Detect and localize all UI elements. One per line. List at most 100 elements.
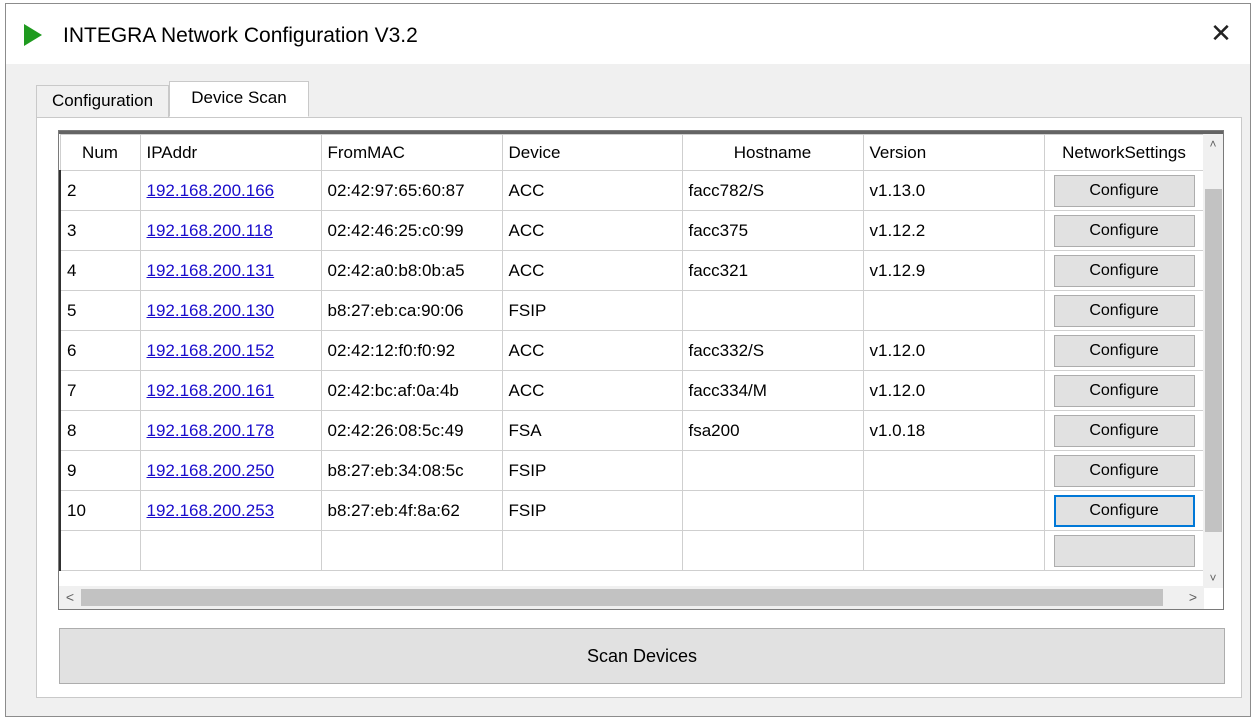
configure-button[interactable]: Configure xyxy=(1053,414,1195,447)
empty-cell[interactable] xyxy=(139,530,322,571)
cell-ipaddr[interactable]: 192.168.200.166 xyxy=(139,170,322,211)
cell-version[interactable] xyxy=(862,490,1045,531)
vertical-scroll-thumb[interactable] xyxy=(1205,189,1222,532)
table-row[interactable]: 9 192.168.200.250 b8:27:eb:34:08:5c FSIP Con… xyxy=(59,450,1205,491)
cell-version[interactable]: v1.12.0 xyxy=(862,330,1045,371)
cell-hostname[interactable]: facc375 xyxy=(681,210,864,251)
cell-device[interactable]: FSIP xyxy=(501,490,683,531)
ip-address-link[interactable]: 192.168.200.152 xyxy=(147,341,275,360)
ip-address-link[interactable]: 192.168.200.131 xyxy=(147,261,275,280)
cell-version[interactable] xyxy=(862,290,1045,331)
cell-hostname[interactable] xyxy=(681,450,864,491)
cell-version[interactable]: v1.12.2 xyxy=(862,210,1045,251)
scan-devices-button[interactable]: Scan Devices xyxy=(59,628,1225,684)
column-header-networksettings[interactable]: NetworkSettings xyxy=(1043,134,1205,171)
table-row[interactable]: 4 192.168.200.131 02:42:a0:b8:0b:a5 ACC facc… xyxy=(59,250,1205,291)
horizontal-scrollbar[interactable]: < > xyxy=(59,586,1204,609)
cell-num[interactable]: 5 xyxy=(59,290,141,331)
tab-device-scan[interactable]: Device Scan xyxy=(169,81,309,117)
ip-address-link[interactable]: 192.168.200.253 xyxy=(147,501,275,520)
column-header-version[interactable]: Version xyxy=(862,134,1045,171)
table-row[interactable]: 10 192.168.200.253 b8:27:eb:4f:8a:62 FSIP Co… xyxy=(59,490,1205,531)
cell-ipaddr[interactable]: 192.168.200.161 xyxy=(139,370,322,411)
cell-frommac[interactable]: 02:42:12:f0:f0:92 xyxy=(320,330,503,371)
scroll-left-icon[interactable]: < xyxy=(59,586,81,609)
cell-ipaddr[interactable]: 192.168.200.131 xyxy=(139,250,322,291)
cell-frommac[interactable]: 02:42:46:25:c0:99 xyxy=(320,210,503,251)
cell-version[interactable]: v1.12.0 xyxy=(862,370,1045,411)
empty-new-row[interactable] xyxy=(59,530,1205,571)
column-header-ipaddr[interactable]: IPAddr xyxy=(139,134,322,171)
table-row[interactable]: 5 192.168.200.130 b8:27:eb:ca:90:06 FSIP Con… xyxy=(59,290,1205,331)
table-row[interactable]: 7 192.168.200.161 02:42:bc:af:0a:4b ACC facc… xyxy=(59,370,1205,411)
cell-num[interactable]: 9 xyxy=(59,450,141,491)
empty-cell[interactable] xyxy=(501,530,683,571)
configure-button[interactable]: Configure xyxy=(1053,214,1195,247)
cell-hostname[interactable] xyxy=(681,490,864,531)
cell-ipaddr[interactable]: 192.168.200.253 xyxy=(139,490,322,531)
column-header-frommac[interactable]: FromMAC xyxy=(320,134,503,171)
cell-device[interactable]: ACC xyxy=(501,250,683,291)
configure-button[interactable]: Configure xyxy=(1053,174,1195,207)
cell-version[interactable] xyxy=(862,450,1045,491)
tab-configuration[interactable]: Configuration xyxy=(36,85,169,117)
configure-button[interactable]: Configure xyxy=(1053,374,1195,407)
cell-frommac[interactable]: 02:42:bc:af:0a:4b xyxy=(320,370,503,411)
cell-num[interactable]: 4 xyxy=(59,250,141,291)
empty-cell[interactable] xyxy=(320,530,503,571)
cell-frommac[interactable]: b8:27:eb:4f:8a:62 xyxy=(320,490,503,531)
scroll-right-icon[interactable]: > xyxy=(1182,586,1204,609)
cell-num[interactable]: 2 xyxy=(59,170,141,211)
cell-num[interactable]: 3 xyxy=(59,210,141,251)
cell-frommac[interactable]: 02:42:26:08:5c:49 xyxy=(320,410,503,451)
cell-device[interactable]: ACC xyxy=(501,210,683,251)
ip-address-link[interactable]: 192.168.200.250 xyxy=(147,461,275,480)
table-row[interactable]: 6 192.168.200.152 02:42:12:f0:f0:92 ACC facc… xyxy=(59,330,1205,371)
empty-cell[interactable] xyxy=(862,530,1045,571)
empty-cell[interactable] xyxy=(681,530,864,571)
table-row[interactable]: 8 192.168.200.178 02:42:26:08:5c:49 FSA fsa2… xyxy=(59,410,1205,451)
empty-cell[interactable] xyxy=(59,530,141,571)
cell-ipaddr[interactable]: 192.168.200.250 xyxy=(139,450,322,491)
cell-device[interactable]: ACC xyxy=(501,330,683,371)
configure-button[interactable]: Configure xyxy=(1053,454,1195,487)
scroll-down-icon[interactable]: ˅ xyxy=(1203,568,1223,588)
cell-hostname[interactable]: facc321 xyxy=(681,250,864,291)
vertical-scrollbar[interactable]: ˄ ˅ xyxy=(1203,134,1223,588)
scroll-up-icon[interactable]: ˄ xyxy=(1203,134,1223,154)
ip-address-link[interactable]: 192.168.200.118 xyxy=(147,221,273,240)
cell-version[interactable]: v1.0.18 xyxy=(862,410,1045,451)
column-header-device[interactable]: Device xyxy=(501,134,683,171)
cell-frommac[interactable]: b8:27:eb:ca:90:06 xyxy=(320,290,503,331)
close-icon[interactable]: ✕ xyxy=(1206,18,1236,48)
ip-address-link[interactable]: 192.168.200.178 xyxy=(147,421,275,440)
cell-device[interactable]: FSIP xyxy=(501,450,683,491)
cell-frommac[interactable]: b8:27:eb:34:08:5c xyxy=(320,450,503,491)
cell-hostname[interactable]: fsa200 xyxy=(681,410,864,451)
cell-frommac[interactable]: 02:42:a0:b8:0b:a5 xyxy=(320,250,503,291)
cell-ipaddr[interactable]: 192.168.200.118 xyxy=(139,210,322,251)
cell-version[interactable]: v1.13.0 xyxy=(862,170,1045,211)
cell-num[interactable]: 6 xyxy=(59,330,141,371)
configure-button[interactable]: Configure xyxy=(1053,294,1195,327)
configure-button[interactable]: Configure xyxy=(1053,494,1195,527)
cell-num[interactable]: 10 xyxy=(59,490,141,531)
cell-hostname[interactable]: facc782/S xyxy=(681,170,864,211)
cell-version[interactable]: v1.12.9 xyxy=(862,250,1045,291)
cell-num[interactable]: 8 xyxy=(59,410,141,451)
cell-device[interactable]: FSA xyxy=(501,410,683,451)
cell-device[interactable]: ACC xyxy=(501,170,683,211)
table-row[interactable]: 2 192.168.200.166 02:42:97:65:60:87 ACC facc… xyxy=(59,170,1205,211)
cell-ipaddr[interactable]: 192.168.200.178 xyxy=(139,410,322,451)
cell-hostname[interactable] xyxy=(681,290,864,331)
table-row[interactable]: 3 192.168.200.118 02:42:46:25:c0:99 ACC facc… xyxy=(59,210,1205,251)
empty-configure-button[interactable] xyxy=(1053,534,1195,567)
cell-ipaddr[interactable]: 192.168.200.130 xyxy=(139,290,322,331)
cell-hostname[interactable]: facc334/M xyxy=(681,370,864,411)
ip-address-link[interactable]: 192.168.200.166 xyxy=(147,181,275,200)
cell-num[interactable]: 7 xyxy=(59,370,141,411)
cell-hostname[interactable]: facc332/S xyxy=(681,330,864,371)
cell-device[interactable]: FSIP xyxy=(501,290,683,331)
cell-ipaddr[interactable]: 192.168.200.152 xyxy=(139,330,322,371)
cell-device[interactable]: ACC xyxy=(501,370,683,411)
